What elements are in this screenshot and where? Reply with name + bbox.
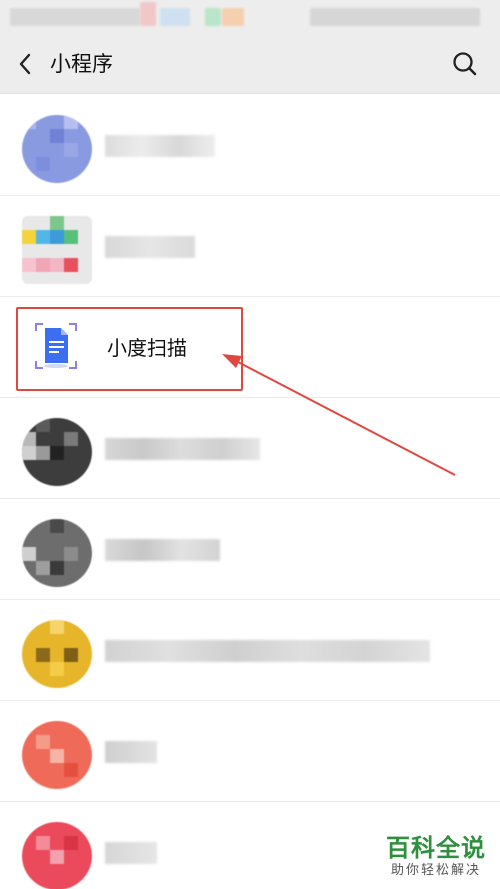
avatar	[22, 721, 92, 789]
search-button[interactable]	[450, 49, 480, 79]
avatar	[22, 115, 92, 183]
mini-program-list: 小度扫描	[0, 95, 500, 889]
list-item[interactable]	[0, 499, 500, 600]
chevron-left-icon	[19, 53, 31, 75]
avatar	[22, 519, 92, 587]
avatar	[22, 216, 92, 284]
search-icon	[453, 52, 477, 76]
list-item[interactable]	[0, 95, 500, 196]
page-title: 小程序	[50, 52, 113, 76]
avatar	[22, 822, 92, 889]
list-item-xiaodu-scan[interactable]: 小度扫描	[0, 297, 500, 398]
nav-bar: 小程序	[0, 34, 500, 94]
watermark: 百科全说 助你轻松解决	[386, 833, 486, 879]
watermark-title: 百科全说	[386, 834, 486, 862]
list-item[interactable]	[0, 196, 500, 297]
status-bar	[0, 0, 500, 34]
back-button[interactable]	[10, 48, 40, 80]
document-scan-icon	[35, 323, 77, 369]
list-item[interactable]	[0, 701, 500, 802]
watermark-subtitle: 助你轻松解决	[390, 863, 481, 878]
avatar	[22, 418, 92, 486]
list-item[interactable]	[0, 398, 500, 499]
xiaodu-scan-label: 小度扫描	[107, 336, 187, 360]
avatar	[22, 620, 92, 688]
list-item[interactable]	[0, 600, 500, 701]
